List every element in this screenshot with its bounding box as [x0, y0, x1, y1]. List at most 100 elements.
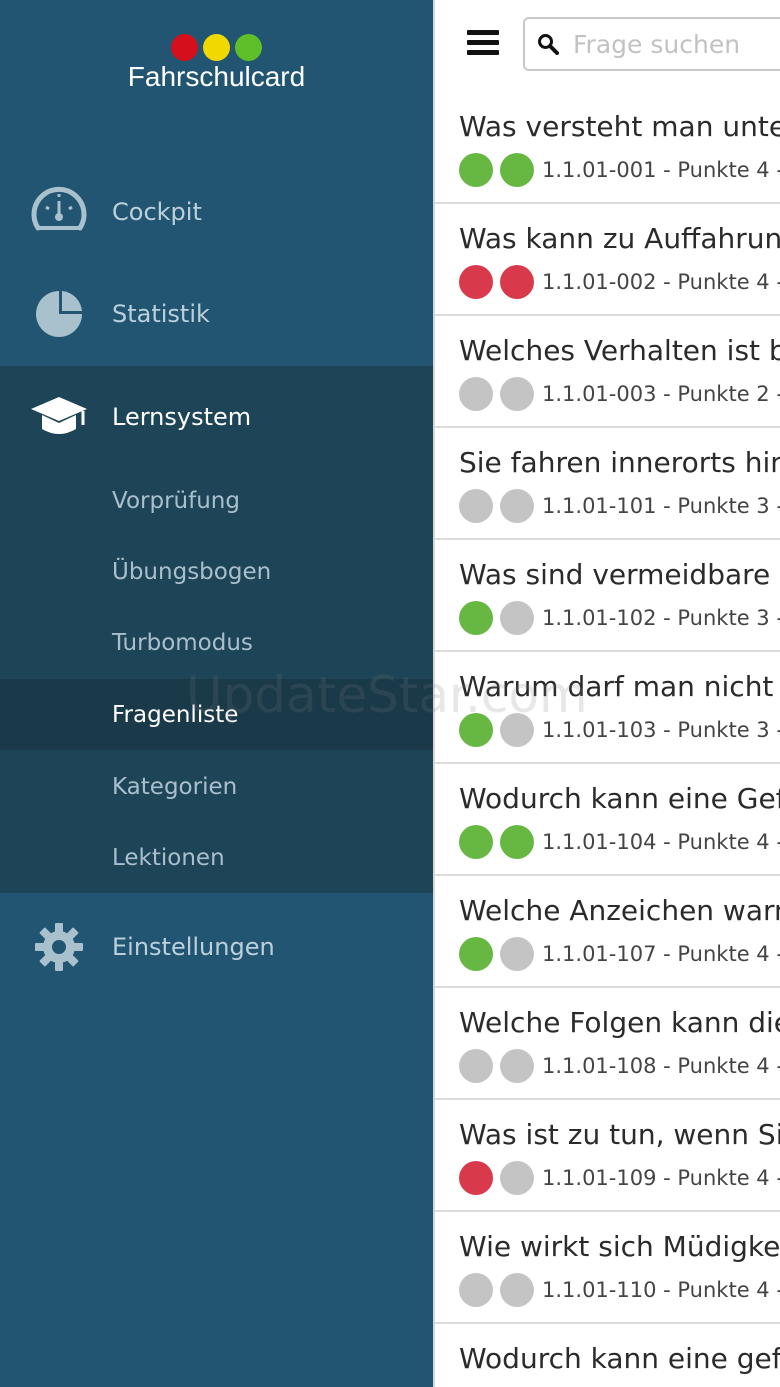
question-list-item[interactable]: Welche Folgen kann die 1.1.01-108 - Punkt… — [435, 988, 780, 1100]
question-meta: 1.1.01-102 - Punkte 3 - — [459, 601, 780, 635]
question-title: Sie fahren innerorts hin — [459, 446, 780, 479]
lernsystem-section: Lernsystem Vorprüfung Übungsbogen Turbom… — [0, 366, 433, 893]
sidebar-subitem-label: Kategorien — [112, 773, 238, 800]
sidebar-subitem-fragenliste[interactable]: Fragenliste — [0, 679, 433, 750]
logo-dot-yellow — [203, 34, 230, 61]
status-dot-gray — [500, 1049, 534, 1083]
sidebar-item-label: Einstellungen — [112, 933, 275, 961]
question-title: Was sind vermeidbare L — [459, 558, 780, 591]
question-title: Was versteht man unte — [459, 110, 780, 143]
graduation-cap-icon — [28, 386, 90, 448]
status-dot-gray — [459, 1049, 493, 1083]
question-meta: 1.1.01-002 - Punkte 4 - — [459, 265, 780, 299]
question-id-points: 1.1.01-101 - Punkte 3 - — [542, 494, 780, 518]
question-id-points: 1.1.01-001 - Punkte 4 - — [542, 158, 780, 182]
status-dot-green — [500, 153, 534, 187]
status-dot-green — [459, 937, 493, 971]
question-title: Wodurch kann eine Gef — [459, 782, 780, 815]
sidebar-item-label: Lernsystem — [112, 403, 252, 431]
question-id-points: 1.1.01-102 - Punkte 3 - — [542, 606, 780, 630]
sidebar-item-label: Cockpit — [112, 198, 202, 226]
toolbar — [435, 0, 780, 94]
status-dot-gray — [500, 377, 534, 411]
search-icon — [538, 34, 559, 55]
sidebar: Fahrschulcard Cockpit Statistik Lernsyst… — [0, 0, 433, 1387]
sidebar-item-einstellungen[interactable]: Einstellungen — [0, 896, 433, 998]
status-dot-gray — [459, 377, 493, 411]
question-meta: 1.1.01-001 - Punkte 4 - — [459, 153, 780, 187]
question-list-item[interactable]: Wodurch kann eine Gef 1.1.01-104 - Punkte… — [435, 764, 780, 876]
question-meta: 1.1.01-107 - Punkte 4 - — [459, 937, 780, 971]
pie-chart-icon — [28, 283, 90, 345]
status-dot-gray — [500, 937, 534, 971]
question-id-points: 1.1.01-107 - Punkte 4 - — [542, 942, 780, 966]
question-meta: 1.1.01-108 - Punkte 4 - — [459, 1049, 780, 1083]
sidebar-subitem-label: Lektionen — [112, 844, 225, 871]
question-list: Was versteht man unte 1.1.01-001 - Punkte… — [435, 92, 780, 1387]
sidebar-item-lernsystem[interactable]: Lernsystem — [0, 366, 433, 468]
question-list-item[interactable]: Was sind vermeidbare L 1.1.01-102 - Punkt… — [435, 540, 780, 652]
question-id-points: 1.1.01-103 - Punkte 3 - — [542, 718, 780, 742]
sidebar-subitem-label: Fragenliste — [112, 701, 239, 728]
search-input[interactable] — [571, 28, 780, 60]
status-dot-red — [459, 1161, 493, 1195]
status-dot-green — [459, 601, 493, 635]
logo-dot-red — [171, 34, 198, 61]
gear-icon — [28, 916, 90, 978]
question-meta: 1.1.01-104 - Punkte 4 - — [459, 825, 780, 859]
sidebar-subitem-label: Übungsbogen — [112, 558, 272, 585]
question-id-points: 1.1.01-109 - Punkte 4 - — [542, 1166, 780, 1190]
sidebar-subitem-label: Vorprüfung — [112, 487, 240, 514]
question-title: Was kann zu Auffahrunf — [459, 222, 780, 255]
question-title: Wie wirkt sich Müdigke — [459, 1230, 780, 1263]
search-box — [523, 17, 780, 71]
question-list-item[interactable]: Was ist zu tun, wenn Sie 1.1.01-109 - Pun… — [435, 1100, 780, 1212]
sidebar-subitem-turbomodus[interactable]: Turbomodus — [0, 607, 433, 678]
question-list-item[interactable]: Warum darf man nicht 1.1.01-103 - Punkte … — [435, 652, 780, 764]
logo-dot-green — [235, 34, 262, 61]
sidebar-item-label: Statistik — [112, 300, 210, 328]
question-list-item[interactable]: Was versteht man unte 1.1.01-001 - Punkte… — [435, 92, 780, 204]
question-meta: 1.1.01-109 - Punkte 4 - — [459, 1161, 780, 1195]
question-list-panel: Was versteht man unte 1.1.01-001 - Punkte… — [433, 0, 780, 1387]
question-list-item[interactable]: Sie fahren innerorts hin 1.1.01-101 - Pun… — [435, 428, 780, 540]
question-list-item[interactable]: Welche Anzeichen warn 1.1.01-107 - Punkte… — [435, 876, 780, 988]
question-id-points: 1.1.01-002 - Punkte 4 - — [542, 270, 780, 294]
question-meta: 1.1.01-101 - Punkte 3 - — [459, 489, 780, 523]
question-title: Welche Folgen kann die — [459, 1006, 780, 1039]
question-title: Warum darf man nicht — [459, 670, 774, 703]
question-list-item[interactable]: Wie wirkt sich Müdigke 1.1.01-110 - Punkt… — [435, 1212, 780, 1324]
status-dot-green — [459, 713, 493, 747]
question-title: Welche Anzeichen warn — [459, 894, 780, 927]
hamburger-menu-icon[interactable] — [467, 30, 499, 62]
question-meta: 1.1.01-103 - Punkte 3 - — [459, 713, 780, 747]
logo-text: Fahrschulcard — [127, 61, 306, 92]
question-list-item[interactable]: Was kann zu Auffahrunf 1.1.01-002 - Punkt… — [435, 204, 780, 316]
sidebar-subitem-uebungsbogen[interactable]: Übungsbogen — [0, 536, 433, 607]
sidebar-subitem-label: Turbomodus — [112, 629, 253, 656]
question-id-points: 1.1.01-104 - Punkte 4 - — [542, 830, 780, 854]
sidebar-subitem-vorpruefung[interactable]: Vorprüfung — [0, 465, 433, 536]
sidebar-item-statistik[interactable]: Statistik — [0, 263, 433, 365]
question-id-points: 1.1.01-108 - Punkte 4 - — [542, 1054, 780, 1078]
app-logo: Fahrschulcard — [0, 34, 433, 93]
question-title: Welches Verhalten ist b — [459, 334, 780, 367]
question-title: Was ist zu tun, wenn Sie — [459, 1118, 780, 1151]
status-dot-green — [459, 153, 493, 187]
question-meta: 1.1.01-110 - Punkte 4 - — [459, 1273, 780, 1307]
status-dot-gray — [500, 1273, 534, 1307]
question-meta: 1.1.01-003 - Punkte 2 - — [459, 377, 780, 411]
status-dot-gray — [459, 489, 493, 523]
status-dot-red — [459, 265, 493, 299]
speedometer-icon — [28, 181, 90, 243]
sidebar-subitem-kategorien[interactable]: Kategorien — [0, 751, 433, 822]
status-dot-gray — [459, 1273, 493, 1307]
sidebar-item-cockpit[interactable]: Cockpit — [0, 161, 433, 263]
question-list-item[interactable]: Wodurch kann eine gef — [435, 1324, 780, 1387]
sidebar-subitem-lektionen[interactable]: Lektionen — [0, 822, 433, 893]
status-dot-green — [459, 825, 493, 859]
question-title: Wodurch kann eine gef — [459, 1342, 780, 1375]
status-dot-green — [500, 825, 534, 859]
question-list-item[interactable]: Welches Verhalten ist b 1.1.01-003 - Punk… — [435, 316, 780, 428]
status-dot-gray — [500, 1161, 534, 1195]
